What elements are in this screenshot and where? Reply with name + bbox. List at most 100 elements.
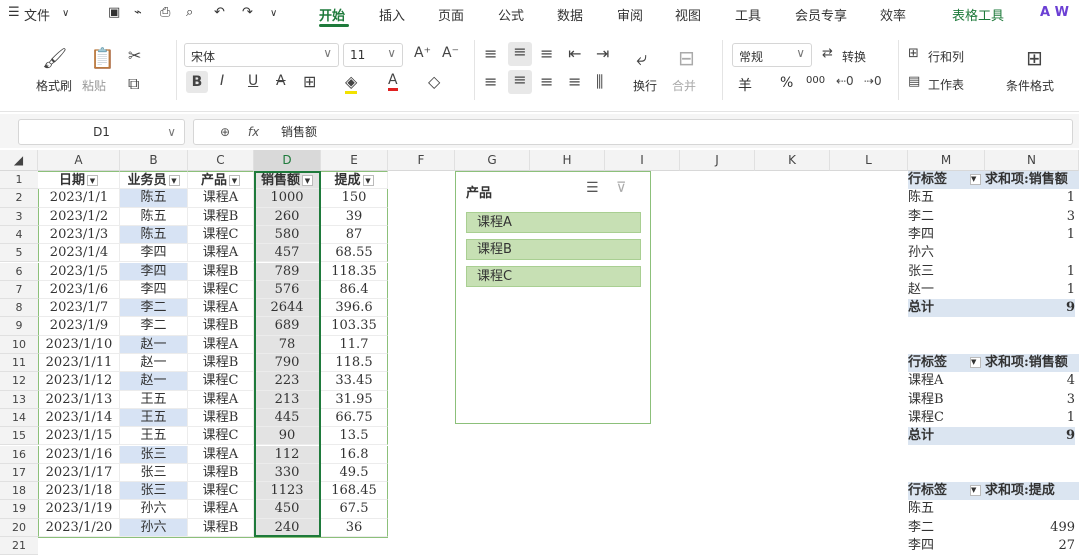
name-box[interactable]: D1 ∨ xyxy=(18,119,185,145)
conditional-format-label[interactable]: 条件格式 xyxy=(1006,77,1054,94)
worksheet-icon[interactable]: ▤ xyxy=(908,74,920,89)
table-cell[interactable]: 2644 xyxy=(254,299,321,318)
table-cell[interactable]: 李二 xyxy=(120,299,188,318)
pivot-filter-icon[interactable]: ▼ xyxy=(970,174,981,185)
redo-icon[interactable]: ↷ xyxy=(242,5,253,20)
row-header[interactable]: 4 xyxy=(0,225,38,245)
product-slicer[interactable]: 产品 ☰ ⊽ 课程A 课程B 课程C xyxy=(455,171,651,424)
table-cell[interactable]: 1123 xyxy=(254,482,321,501)
pivot-cell[interactable]: 1 xyxy=(985,409,1075,427)
justify-icon[interactable]: ≡ xyxy=(568,72,581,91)
table-cell[interactable]: 118.5 xyxy=(321,354,388,373)
column-header[interactable]: K xyxy=(755,150,830,171)
table-cell[interactable]: 2023/1/7 xyxy=(38,299,120,318)
table-cell[interactable]: 2023/1/6 xyxy=(38,280,120,300)
row-header[interactable]: 19 xyxy=(0,500,38,519)
convert-label[interactable]: 转换 xyxy=(842,48,866,65)
format-painter-label[interactable]: 格式刷 xyxy=(36,77,72,94)
formula-input[interactable]: ⊕ fx 销售额 xyxy=(193,119,1073,145)
table-cell[interactable]: 103.35 xyxy=(321,317,388,336)
merge-icon[interactable]: ⊟ xyxy=(678,46,695,70)
filter-dropdown-icon[interactable]: ▼ xyxy=(362,175,374,186)
table-cell[interactable]: 课程B xyxy=(188,463,254,483)
table-cell[interactable]: 2023/1/5 xyxy=(38,262,120,281)
table-cell[interactable]: 2023/1/17 xyxy=(38,463,120,483)
select-all-corner[interactable]: ◢ xyxy=(0,150,38,171)
pivot-filter-icon[interactable]: ▼ xyxy=(970,357,981,368)
tab-review[interactable]: 审阅 xyxy=(617,5,643,24)
table-cell[interactable]: 223 xyxy=(254,372,321,391)
currency-button[interactable]: 羊 xyxy=(738,75,752,95)
table-cell[interactable]: 16.8 xyxy=(321,445,388,464)
table-cell[interactable]: 赵一 xyxy=(120,335,188,354)
pivot-cell[interactable]: 3 xyxy=(985,391,1075,409)
distribute-icon[interactable]: ⫼ xyxy=(596,72,603,92)
table-cell[interactable]: 450 xyxy=(254,500,321,519)
menu-icon[interactable]: ☰ xyxy=(8,5,20,20)
table-cell[interactable]: 330 xyxy=(254,463,321,483)
paste-label[interactable]: 粘贴 xyxy=(82,77,106,94)
pivot-cell[interactable]: 1 xyxy=(985,189,1075,207)
filter-dropdown-icon[interactable]: ▼ xyxy=(87,175,98,186)
row-header[interactable]: 5 xyxy=(0,244,38,263)
menu-file[interactable]: 文件 xyxy=(24,5,50,24)
table-cell[interactable]: 2023/1/15 xyxy=(38,427,120,446)
pivot-cell[interactable] xyxy=(985,244,1075,262)
row-header[interactable]: 2 xyxy=(0,189,38,208)
table-cell[interactable]: 课程C xyxy=(188,427,254,446)
indent-increase-icon[interactable]: ⇥ xyxy=(596,44,609,63)
table-cell[interactable]: 2023/1/9 xyxy=(38,317,120,336)
table-cell[interactable]: 课程C xyxy=(188,280,254,300)
strikethrough-button[interactable]: A xyxy=(276,73,286,89)
row-header[interactable]: 20 xyxy=(0,518,38,537)
pivot-cell[interactable]: 孙六 xyxy=(908,244,985,262)
zoom-formula-icon[interactable]: ⊕ xyxy=(220,125,230,139)
table-cell[interactable]: 2023/1/11 xyxy=(38,354,120,373)
save-icon[interactable]: ▣ xyxy=(108,5,120,20)
column-header[interactable]: H xyxy=(530,150,605,171)
align-bottom-icon[interactable]: ≡ xyxy=(540,44,553,63)
row-header[interactable]: 6 xyxy=(0,262,38,281)
slicer-item-course-a[interactable]: 课程A xyxy=(466,212,641,233)
table-cell[interactable]: 李四 xyxy=(120,280,188,300)
table-cell[interactable]: 457 xyxy=(254,244,321,263)
tab-data[interactable]: 数据 xyxy=(557,5,583,24)
chevron-down-icon[interactable]: ∨ xyxy=(62,8,69,19)
slicer-item-course-c[interactable]: 课程C xyxy=(466,266,641,287)
table-cell[interactable]: 2023/1/19 xyxy=(38,500,120,519)
pivot-cell[interactable]: 张三 xyxy=(908,263,985,281)
pivot-cell[interactable]: 9 xyxy=(985,427,1075,446)
table-cell[interactable]: 赵一 xyxy=(120,354,188,373)
table-cell[interactable]: 2023/1/13 xyxy=(38,390,120,409)
table-cell[interactable]: 112 xyxy=(254,445,321,464)
column-header[interactable]: L xyxy=(830,150,908,171)
table-cell[interactable]: 39 xyxy=(321,207,388,226)
column-header[interactable]: B xyxy=(120,150,188,171)
align-center-icon[interactable]: ≡ xyxy=(508,70,532,94)
row-header[interactable]: 17 xyxy=(0,463,38,483)
table-cell[interactable]: 31.95 xyxy=(321,390,388,409)
table-cell[interactable]: 课程A xyxy=(188,299,254,318)
table-cell[interactable]: 87 xyxy=(321,225,388,245)
decimal-decrease-icon[interactable]: ⇢0 xyxy=(864,74,882,88)
table-cell[interactable]: 11.7 xyxy=(321,335,388,354)
more-icon[interactable]: ∨ xyxy=(270,8,277,19)
table-cell[interactable]: 李四 xyxy=(120,262,188,281)
table-cell[interactable]: 2023/1/16 xyxy=(38,445,120,464)
wrap-label[interactable]: 换行 xyxy=(633,77,657,94)
table-cell[interactable]: 陈五 xyxy=(120,207,188,226)
column-header[interactable]: F xyxy=(388,150,455,171)
table-cell[interactable]: 213 xyxy=(254,390,321,409)
table-cell[interactable]: 张三 xyxy=(120,482,188,501)
filter-dropdown-icon[interactable]: ▼ xyxy=(168,175,180,186)
table-cell[interactable]: 2023/1/10 xyxy=(38,335,120,354)
table-cell[interactable]: 课程B xyxy=(188,518,254,537)
row-header[interactable]: 21 xyxy=(0,537,38,556)
pivot-cell[interactable]: 课程B xyxy=(908,391,985,409)
table-cell[interactable]: 168.45 xyxy=(321,482,388,501)
pivot-cell[interactable]: 李二 xyxy=(908,519,985,537)
ai-icon[interactable]: A W xyxy=(1040,5,1069,20)
pivot-cell[interactable]: 总计 xyxy=(908,427,985,446)
row-header[interactable]: 3 xyxy=(0,207,38,226)
column-header[interactable]: I xyxy=(605,150,680,171)
